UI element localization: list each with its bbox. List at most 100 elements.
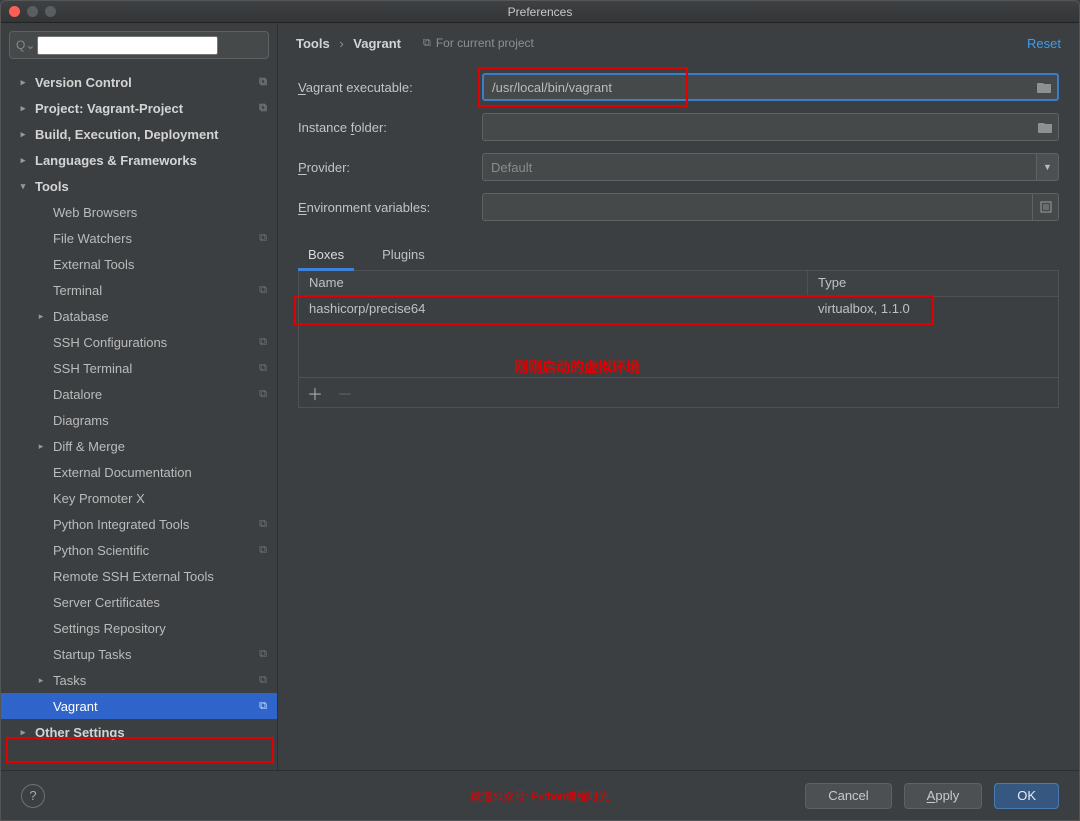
window-title: Preferences bbox=[508, 5, 573, 19]
copy-icon: ⧉ bbox=[259, 336, 267, 349]
sidebar-item-label: Key Promoter X bbox=[53, 491, 145, 506]
sidebar-item-label: SSH Configurations bbox=[53, 335, 167, 350]
sidebar-item-vagrant[interactable]: Vagrant ⧉ bbox=[1, 693, 277, 719]
breadcrumb: Tools › Vagrant bbox=[296, 36, 401, 51]
copy-icon: ⧉ bbox=[259, 648, 267, 661]
sidebar-item-languages-frameworks[interactable]: ▸Languages & Frameworks bbox=[1, 147, 277, 173]
traffic-lights bbox=[9, 6, 56, 17]
sidebar-item-terminal[interactable]: Terminal⧉ bbox=[1, 277, 277, 303]
sidebar-item-python-integrated-tools[interactable]: Python Integrated Tools ⧉ bbox=[1, 511, 277, 537]
provider-select[interactable]: ▼ bbox=[482, 153, 1059, 181]
search-icon: Q⌄ bbox=[16, 38, 35, 52]
project-scope-indicator: ⧉ For current project bbox=[423, 36, 534, 50]
vagrant-executable-input[interactable] bbox=[482, 73, 1059, 101]
chevron-right-icon: ▸ bbox=[17, 103, 29, 114]
copy-icon: ⧉ bbox=[259, 700, 267, 713]
chevron-down-icon: ▾ bbox=[17, 181, 29, 192]
vagrant-executable-field[interactable] bbox=[484, 75, 1031, 99]
vagrant-executable-label: Vagrant executable: bbox=[298, 80, 482, 95]
sidebar-item-server-certificates[interactable]: Server Certificates bbox=[1, 589, 277, 615]
copy-icon: ⧉ bbox=[259, 232, 267, 245]
apply-button[interactable]: Apply bbox=[904, 783, 983, 809]
provider-label: Provider: bbox=[298, 160, 482, 175]
watermark: 微信公众号: Python编程时光 bbox=[470, 788, 609, 804]
copy-icon: ⧉ bbox=[259, 388, 267, 401]
folder-icon[interactable] bbox=[1032, 121, 1058, 133]
sidebar-item-file-watchers[interactable]: File Watchers ⧉ bbox=[1, 225, 277, 251]
env-vars-label: Environment variables: bbox=[298, 200, 482, 215]
settings-tree[interactable]: ▸Version Control⧉▸Project: Vagrant-Proje… bbox=[1, 67, 277, 770]
add-icon[interactable]: ＋ bbox=[307, 381, 323, 405]
sidebar-item-tools[interactable]: ▾Tools bbox=[1, 173, 277, 199]
copy-icon: ⧉ bbox=[259, 362, 267, 375]
sidebar-item-web-browsers[interactable]: Web Browsers bbox=[1, 199, 277, 225]
env-vars-input[interactable] bbox=[482, 193, 1033, 221]
sidebar-item-external-documentation[interactable]: External Documentation bbox=[1, 459, 277, 485]
sidebar-item-python-scientific[interactable]: Python Scientific⧉ bbox=[1, 537, 277, 563]
sidebar-item-diagrams[interactable]: Diagrams bbox=[1, 407, 277, 433]
sidebar-item-diff-merge[interactable]: ▸ Diff & Merge bbox=[1, 433, 277, 459]
sidebar-item-ssh-terminal[interactable]: SSH Terminal⧉ bbox=[1, 355, 277, 381]
sidebar-item-label: Terminal bbox=[53, 283, 102, 298]
copy-icon: ⧉ bbox=[423, 37, 431, 50]
expand-icon[interactable] bbox=[1033, 193, 1059, 221]
sidebar-item-label: Python Scientific bbox=[53, 543, 149, 558]
sidebar-item-label: Python Integrated Tools bbox=[53, 517, 189, 532]
sidebar-item-database[interactable]: ▸Database bbox=[1, 303, 277, 329]
sidebar-item-settings-repository[interactable]: Settings Repository bbox=[1, 615, 277, 641]
copy-icon: ⧉ bbox=[259, 674, 267, 687]
sidebar-item-project-vagrant-project[interactable]: ▸Project: Vagrant-Project⧉ bbox=[1, 95, 277, 121]
copy-icon: ⧉ bbox=[259, 518, 267, 531]
tab-plugins[interactable]: Plugins bbox=[372, 247, 435, 270]
env-vars-field[interactable] bbox=[483, 194, 1032, 220]
search-input[interactable]: Q⌄ bbox=[9, 31, 269, 59]
close-icon[interactable] bbox=[9, 6, 20, 17]
sidebar-item-label: Diagrams bbox=[53, 413, 109, 428]
chevron-down-icon[interactable]: ▼ bbox=[1037, 153, 1059, 181]
chevron-right-icon: ▸ bbox=[17, 129, 29, 140]
sidebar-item-tasks[interactable]: ▸Tasks⧉ bbox=[1, 667, 277, 693]
cancel-button[interactable]: Cancel bbox=[805, 783, 891, 809]
sidebar-item-label: File Watchers bbox=[53, 231, 132, 246]
sidebar-item-build-execution-deployment[interactable]: ▸ Build, Execution, Deployment bbox=[1, 121, 277, 147]
sidebar-item-label: Settings Repository bbox=[53, 621, 166, 636]
help-button[interactable]: ? bbox=[21, 784, 45, 808]
sidebar-item-key-promoter-x[interactable]: Key Promoter X bbox=[1, 485, 277, 511]
sidebar-item-label: Remote SSH External Tools bbox=[53, 569, 214, 584]
table-header: Name Type bbox=[299, 271, 1058, 297]
sidebar: Q⌄ ▸Version Control⧉▸Project: Vagrant-Pr… bbox=[1, 23, 278, 770]
chevron-right-icon: ▸ bbox=[17, 77, 29, 88]
sidebar-item-label: Vagrant bbox=[53, 699, 98, 714]
sidebar-item-label: Version Control bbox=[35, 75, 132, 90]
sidebar-item-label: Datalore bbox=[53, 387, 102, 402]
search-field[interactable] bbox=[37, 36, 218, 55]
column-name[interactable]: Name bbox=[299, 271, 808, 296]
maximize-icon[interactable] bbox=[45, 6, 56, 17]
ok-button[interactable]: OK bbox=[994, 783, 1059, 809]
tab-boxes[interactable]: Boxes bbox=[298, 247, 354, 270]
column-type[interactable]: Type bbox=[808, 271, 1058, 296]
sidebar-item-startup-tasks[interactable]: Startup Tasks⧉ bbox=[1, 641, 277, 667]
box-name-cell: hashicorp/precise64 bbox=[299, 297, 808, 323]
copy-icon: ⧉ bbox=[259, 102, 267, 115]
sidebar-item-other-settings[interactable]: ▸Other Settings bbox=[1, 719, 277, 745]
chevron-right-icon: ▸ bbox=[35, 441, 47, 452]
chevron-right-icon: › bbox=[339, 36, 343, 51]
minimize-icon[interactable] bbox=[27, 6, 38, 17]
sidebar-item-remote-ssh-external-tools[interactable]: Remote SSH External Tools bbox=[1, 563, 277, 589]
sidebar-item-label: Diff & Merge bbox=[53, 439, 125, 454]
sidebar-item-external-tools[interactable]: External Tools bbox=[1, 251, 277, 277]
instance-folder-field[interactable] bbox=[483, 114, 1032, 140]
table-row[interactable]: hashicorp/precise64 virtualbox, 1.1.0 bbox=[299, 297, 1058, 323]
box-type-cell: virtualbox, 1.1.0 bbox=[808, 297, 920, 323]
instance-folder-input[interactable] bbox=[482, 113, 1059, 141]
breadcrumb-parent[interactable]: Tools bbox=[296, 36, 330, 51]
folder-icon[interactable] bbox=[1031, 81, 1057, 93]
sidebar-item-label: Build, Execution, Deployment bbox=[35, 127, 218, 142]
reset-link[interactable]: Reset bbox=[1027, 36, 1061, 51]
sidebar-item-ssh-configurations[interactable]: SSH Configurations ⧉ bbox=[1, 329, 277, 355]
sidebar-item-datalore[interactable]: Datalore ⧉ bbox=[1, 381, 277, 407]
sidebar-item-label: Tasks bbox=[53, 673, 86, 688]
provider-field[interactable] bbox=[483, 154, 1036, 180]
sidebar-item-version-control[interactable]: ▸Version Control⧉ bbox=[1, 69, 277, 95]
